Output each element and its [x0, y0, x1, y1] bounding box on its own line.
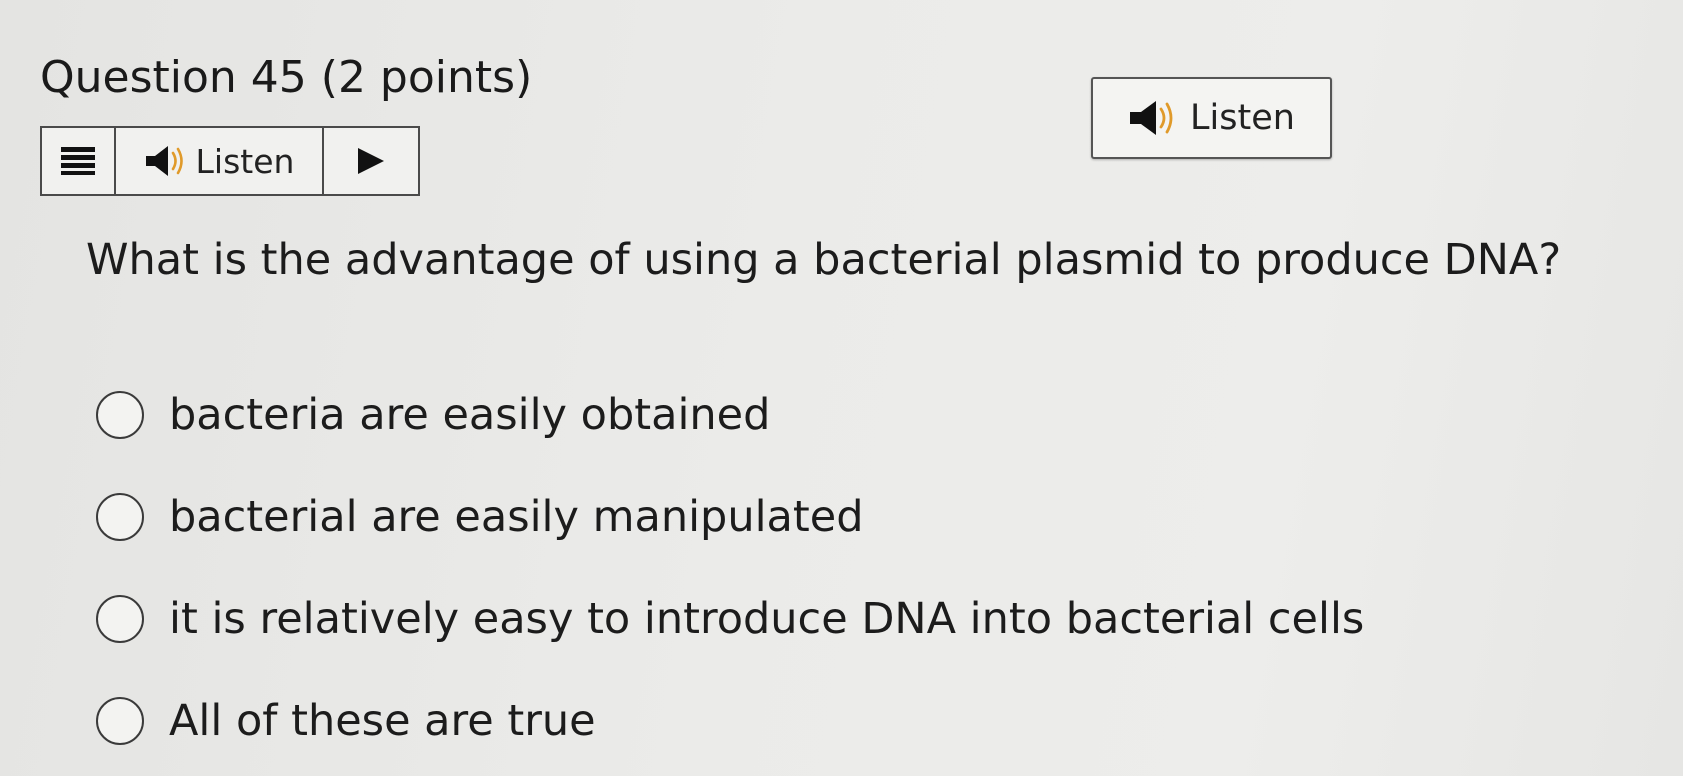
answer-option-3[interactable]: it is relatively easy to introduce DNA i…: [96, 568, 1364, 670]
listen-button[interactable]: Listen: [1091, 77, 1332, 159]
radio-button[interactable]: [96, 391, 144, 439]
answer-option-1[interactable]: bacteria are easily obtained: [96, 364, 1364, 466]
radio-button[interactable]: [96, 595, 144, 643]
listen-toolbar: Listen: [40, 126, 420, 196]
listen-button-label: Listen: [1190, 98, 1295, 138]
radio-button[interactable]: [96, 493, 144, 541]
toolbar-listen-button[interactable]: Listen: [116, 128, 324, 194]
toolbar-menu-button[interactable]: [42, 128, 116, 194]
option-label: bacterial are easily manipulated: [169, 492, 864, 542]
speaker-icon: [1130, 101, 1173, 135]
option-label: bacteria are easily obtained: [169, 390, 771, 440]
answer-option-2[interactable]: bacterial are easily manipulated: [96, 466, 1364, 568]
toolbar-listen-label: Listen: [195, 141, 295, 181]
answer-options: bacteria are easily obtained bacterial a…: [96, 364, 1364, 772]
answer-option-4[interactable]: All of these are true: [96, 670, 1364, 772]
menu-icon: [61, 147, 95, 175]
question-points: (2 points): [320, 52, 533, 103]
question-number: Question 45: [40, 52, 307, 103]
speaker-icon: [145, 146, 183, 176]
play-icon: [358, 148, 384, 174]
option-label: All of these are true: [169, 696, 596, 746]
question-title: Question 45 (2 points): [40, 50, 532, 106]
question-text: What is the advantage of using a bacteri…: [86, 235, 1562, 285]
option-label: it is relatively easy to introduce DNA i…: [169, 594, 1365, 644]
toolbar-play-button[interactable]: [324, 128, 418, 194]
radio-button[interactable]: [96, 697, 144, 745]
